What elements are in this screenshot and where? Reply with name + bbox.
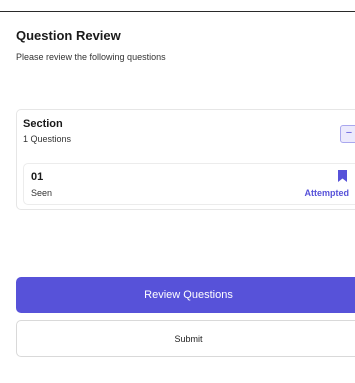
page-subtitle: Please review the following questions xyxy=(16,52,166,62)
collapse-section-button[interactable]: − xyxy=(340,125,355,143)
bookmark-icon[interactable] xyxy=(338,170,347,182)
question-item[interactable]: 01 Seen Attempted xyxy=(23,163,355,205)
page-title: Question Review xyxy=(16,28,121,43)
header-divider xyxy=(0,11,355,12)
submit-button[interactable]: Submit xyxy=(16,320,355,357)
section-card: Section 1 Questions − 01 Seen Attempted xyxy=(16,109,355,210)
section-title: Section xyxy=(23,118,63,130)
question-number: 01 xyxy=(31,171,44,183)
question-status: Attempted xyxy=(304,188,350,198)
section-question-count: 1 Questions xyxy=(23,134,72,144)
review-questions-button[interactable]: Review Questions xyxy=(16,277,355,313)
question-seen-label: Seen xyxy=(31,188,53,198)
